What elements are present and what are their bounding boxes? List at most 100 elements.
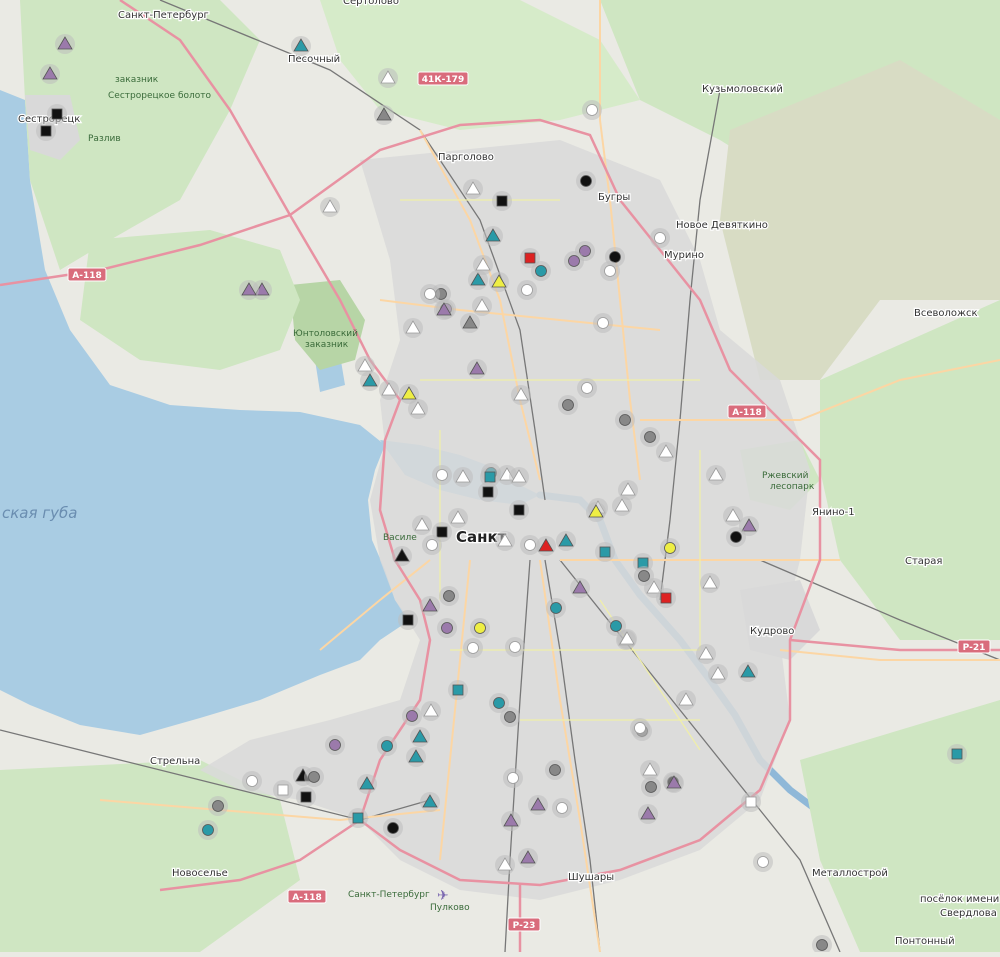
map-marker-triangle[interactable] xyxy=(408,399,428,419)
map-marker-triangle[interactable] xyxy=(463,179,483,199)
map-marker-circle[interactable] xyxy=(593,313,613,333)
map-marker-triangle[interactable] xyxy=(420,596,440,616)
map-marker-triangle[interactable] xyxy=(495,855,515,875)
map-canvas[interactable]: Сертолово Санкт-Петербург Песочный Сестроре… xyxy=(0,0,1000,955)
map-marker-triangle[interactable] xyxy=(420,792,440,812)
map-marker-circle[interactable] xyxy=(304,767,324,787)
map-marker-circle[interactable] xyxy=(600,261,620,281)
map-marker-circle[interactable] xyxy=(437,618,457,638)
map-marker-circle[interactable] xyxy=(641,777,661,797)
map-marker-triangle[interactable] xyxy=(379,380,399,400)
map-marker-circle[interactable] xyxy=(558,395,578,415)
map-marker-triangle[interactable] xyxy=(357,774,377,794)
map-marker-square[interactable] xyxy=(36,121,56,141)
map-marker-triangle[interactable] xyxy=(421,701,441,721)
map-marker-triangle[interactable] xyxy=(378,68,398,88)
map-marker-circle[interactable] xyxy=(545,760,565,780)
map-marker-circle[interactable] xyxy=(634,566,654,586)
map-marker-triangle[interactable] xyxy=(640,760,660,780)
map-marker-square[interactable] xyxy=(348,808,368,828)
map-marker-triangle[interactable] xyxy=(472,296,492,316)
map-marker-triangle[interactable] xyxy=(518,848,538,868)
map-marker-triangle[interactable] xyxy=(360,371,380,391)
map-marker-triangle[interactable] xyxy=(708,664,728,684)
map-marker-triangle[interactable] xyxy=(403,318,423,338)
map-marker-triangle[interactable] xyxy=(448,508,468,528)
map-marker-circle[interactable] xyxy=(564,251,584,271)
map-marker-triangle[interactable] xyxy=(239,280,259,300)
map-marker-triangle[interactable] xyxy=(460,313,480,333)
map-marker-square[interactable] xyxy=(478,482,498,502)
map-marker-circle[interactable] xyxy=(420,284,440,304)
map-marker-triangle[interactable] xyxy=(501,811,521,831)
map-marker-circle[interactable] xyxy=(640,427,660,447)
map-marker-circle[interactable] xyxy=(517,280,537,300)
map-marker-triangle[interactable] xyxy=(511,385,531,405)
map-marker-triangle[interactable] xyxy=(706,465,726,485)
map-marker-square[interactable] xyxy=(509,500,529,520)
map-marker-triangle[interactable] xyxy=(489,272,509,292)
map-marker-triangle[interactable] xyxy=(412,515,432,535)
map-marker-square[interactable] xyxy=(947,744,967,764)
map-marker-circle[interactable] xyxy=(576,171,596,191)
map-marker-triangle[interactable] xyxy=(483,226,503,246)
map-marker-square[interactable] xyxy=(398,610,418,630)
map-marker-circle[interactable] xyxy=(377,736,397,756)
map-marker-triangle[interactable] xyxy=(700,573,720,593)
map-marker-triangle[interactable] xyxy=(612,496,632,516)
map-marker-circle[interactable] xyxy=(505,637,525,657)
map-marker-circle[interactable] xyxy=(402,706,422,726)
map-marker-triangle[interactable] xyxy=(453,467,473,487)
map-marker-triangle[interactable] xyxy=(410,727,430,747)
map-marker-triangle[interactable] xyxy=(55,34,75,54)
map-marker-square[interactable] xyxy=(448,680,468,700)
map-marker-circle[interactable] xyxy=(242,771,262,791)
map-marker-triangle[interactable] xyxy=(696,644,716,664)
map-marker-triangle[interactable] xyxy=(473,255,493,275)
map-marker-triangle[interactable] xyxy=(320,197,340,217)
map-marker-circle[interactable] xyxy=(753,852,773,872)
map-marker-triangle[interactable] xyxy=(586,502,606,522)
map-marker-circle[interactable] xyxy=(630,718,650,738)
map-marker-triangle[interactable] xyxy=(374,105,394,125)
map-marker-circle[interactable] xyxy=(470,618,490,638)
map-marker-circle[interactable] xyxy=(577,378,597,398)
map-marker-circle[interactable] xyxy=(383,818,403,838)
map-marker-square[interactable] xyxy=(595,542,615,562)
map-marker-triangle[interactable] xyxy=(406,747,426,767)
map-marker-circle[interactable] xyxy=(463,638,483,658)
map-marker-circle[interactable] xyxy=(660,538,680,558)
map-marker-circle[interactable] xyxy=(198,820,218,840)
map-marker-triangle[interactable] xyxy=(656,442,676,462)
map-marker-circle[interactable] xyxy=(582,100,602,120)
map-marker-triangle[interactable] xyxy=(570,578,590,598)
map-marker-square[interactable] xyxy=(741,792,761,812)
map-marker-circle[interactable] xyxy=(650,228,670,248)
map-marker-triangle[interactable] xyxy=(617,629,637,649)
map-marker-square[interactable] xyxy=(47,104,67,124)
map-marker-circle[interactable] xyxy=(439,586,459,606)
map-marker-circle[interactable] xyxy=(520,535,540,555)
map-marker-square[interactable] xyxy=(492,191,512,211)
map-marker-circle[interactable] xyxy=(422,535,442,555)
map-marker-circle[interactable] xyxy=(325,735,345,755)
map-marker-circle[interactable] xyxy=(432,465,452,485)
map-marker-circle[interactable] xyxy=(503,768,523,788)
map-marker-triangle[interactable] xyxy=(676,690,696,710)
map-marker-triangle[interactable] xyxy=(638,804,658,824)
map-marker-triangle[interactable] xyxy=(556,531,576,551)
map-marker-triangle[interactable] xyxy=(434,300,454,320)
map-marker-triangle[interactable] xyxy=(467,359,487,379)
map-marker-triangle[interactable] xyxy=(392,546,412,566)
map-marker-triangle[interactable] xyxy=(509,467,529,487)
map-marker-triangle[interactable] xyxy=(495,531,515,551)
map-marker-triangle[interactable] xyxy=(738,662,758,682)
map-marker-circle[interactable] xyxy=(208,796,228,816)
map-marker-square[interactable] xyxy=(273,780,293,800)
map-marker-triangle[interactable] xyxy=(40,64,60,84)
map-marker-square[interactable] xyxy=(296,787,316,807)
map-marker-triangle[interactable] xyxy=(528,795,548,815)
map-marker-triangle[interactable] xyxy=(291,36,311,56)
map-marker-circle[interactable] xyxy=(726,527,746,547)
map-view[interactable]: Сертолово Санкт-Петербург Песочный Сестроре… xyxy=(0,0,1000,955)
